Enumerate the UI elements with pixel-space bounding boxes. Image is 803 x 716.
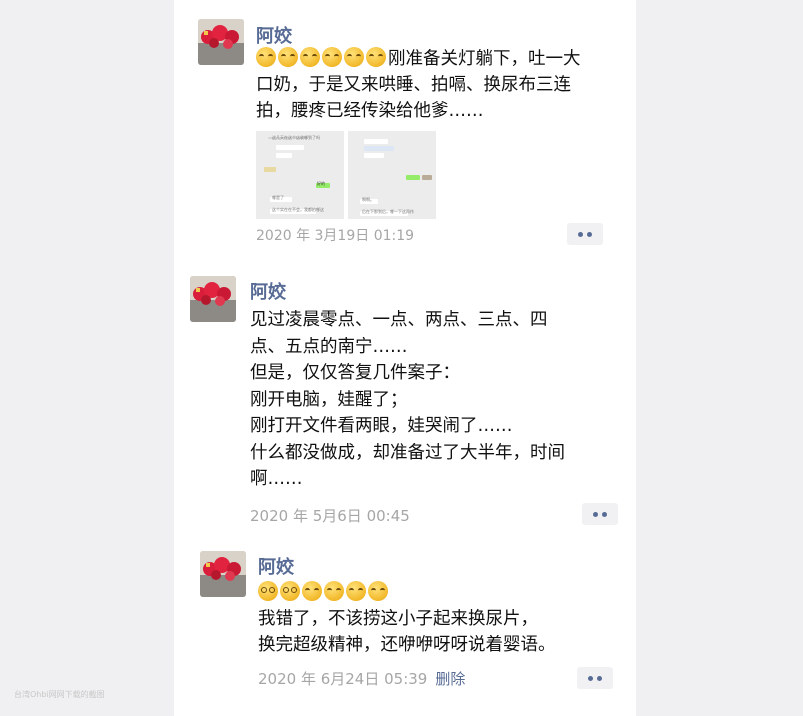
chat-bubble xyxy=(364,139,388,144)
chat-bubble-green xyxy=(406,175,420,180)
emoji-row xyxy=(256,46,388,72)
moment-post: 阿姣 刚准备关灯躺下，吐一大 口奶，于是又来哄睡、拍嗝、换尿布三连 拍，腰疼已经… xyxy=(174,0,636,260)
chat-text: 哪是了 xyxy=(272,195,284,200)
post-text-line: 点、五点的南宁…… xyxy=(250,336,408,357)
sleepy-emoji-icon xyxy=(368,581,388,601)
dot-icon xyxy=(593,511,598,517)
sleepy-emoji-icon xyxy=(324,581,344,601)
post-text-line: 刚开电脑，娃醒了； xyxy=(250,389,408,410)
post-text: 刚准备关灯躺下，吐一大 口奶，于是又来哄睡、拍嗝、换尿布三连 拍，腰疼已经传染给… xyxy=(256,46,581,124)
post-text-line: 口奶，于是又来哄睡、拍嗝、换尿布三连 xyxy=(256,75,571,95)
sleepy-emoji-icon xyxy=(366,47,386,67)
post-text-line: 刚准备关灯躺下，吐一大 xyxy=(388,49,581,69)
sleepy-emoji-icon xyxy=(322,47,342,67)
more-options-button[interactable] xyxy=(582,503,618,525)
avatar[interactable] xyxy=(200,551,246,597)
sleepy-emoji-icon xyxy=(300,47,320,67)
emoji-row xyxy=(258,580,556,606)
post-timestamp-text: 2020 年 6月24日 05:39 xyxy=(258,670,428,688)
chat-bubble xyxy=(264,167,276,172)
chat-bubble xyxy=(422,175,432,180)
chat-text: 好的 xyxy=(317,181,325,186)
sleepy-emoji-icon xyxy=(302,581,322,601)
chat-bubble xyxy=(364,146,394,151)
chat-screenshot-thumbnail[interactable]: 这几天在这个店收哪到了吗 哪是了 这个实在在不会，我都拍哪这 好的 xyxy=(256,131,344,219)
more-options-button[interactable] xyxy=(577,667,613,689)
dot-icon xyxy=(578,231,583,237)
post-text-line: 啊…… xyxy=(250,469,303,489)
post-timestamp: 2020 年 6月24日 05:39 删除 xyxy=(258,668,465,689)
chat-screenshot-thumbnail[interactable]: 啊啊。 后在下那到后，哪一下这再作 xyxy=(348,131,436,219)
sleepy-emoji-icon xyxy=(346,581,366,601)
chat-text: 这个实在在不会，我都拍哪这 xyxy=(272,207,324,212)
post-text-line: 我错了，不该捞这小子起来换尿片， xyxy=(258,609,538,629)
chat-bubble xyxy=(364,153,384,158)
dot-icon xyxy=(602,511,607,517)
dot-icon xyxy=(588,675,593,681)
moments-feed: 阿姣 刚准备关灯躺下，吐一大 口奶，于是又来哄睡、拍嗝、换尿布三连 拍，腰疼已经… xyxy=(174,0,636,716)
post-text-line: 见过凌晨零点、一点、两点、三点、四 xyxy=(250,310,548,330)
sleepy-emoji-icon xyxy=(278,47,298,67)
author-name[interactable]: 阿姣 xyxy=(250,278,286,304)
chat-text: 这几天在这个店收哪到了吗 xyxy=(272,135,320,140)
sleepy-emoji-icon xyxy=(344,47,364,67)
dot-icon xyxy=(587,231,592,237)
post-timestamp: 2020 年 5月6日 00:45 xyxy=(250,507,410,525)
sleepy-emoji-icon xyxy=(256,47,276,67)
chat-text: 啊啊。 xyxy=(362,197,374,202)
post-text-line: 换完超级精神，还咿咿呀呀说着婴语。 xyxy=(258,635,556,655)
post-text: 我错了，不该捞这小子起来换尿片， 换完超级精神，还咿咿呀呀说着婴语。 xyxy=(258,580,556,658)
author-name[interactable]: 阿姣 xyxy=(258,553,294,579)
chat-bubble xyxy=(276,153,292,158)
dizzy-emoji-icon xyxy=(280,581,300,601)
dizzy-emoji-icon xyxy=(258,581,278,601)
post-text-line: 什么都没做成，却准备过了大半年，时间 xyxy=(250,442,565,463)
post-text-line: 但是，仅仅答复几件案子： xyxy=(250,363,460,383)
author-name[interactable]: 阿姣 xyxy=(256,22,292,48)
chat-text: 后在下那到后，哪一下这再作 xyxy=(362,209,414,214)
avatar[interactable] xyxy=(198,19,244,65)
post-text-line: 刚打开文件看两眼，娃哭闹了…… xyxy=(250,416,513,436)
delete-link[interactable]: 删除 xyxy=(435,670,465,688)
post-text: 见过凌晨零点、一点、两点、三点、四 点、五点的南宁…… 但是，仅仅答复几件案子：… xyxy=(250,307,565,493)
chat-bubble xyxy=(276,145,304,150)
more-options-button[interactable] xyxy=(567,223,603,245)
avatar[interactable] xyxy=(190,276,236,322)
watermark: 台湾Ohbi网网下载的截图 xyxy=(14,690,105,699)
post-text-line: 拍，腰疼已经传染给他爹…… xyxy=(256,101,484,121)
post-timestamp: 2020 年 3月19日 01:19 xyxy=(256,228,415,244)
dot-icon xyxy=(597,675,602,681)
